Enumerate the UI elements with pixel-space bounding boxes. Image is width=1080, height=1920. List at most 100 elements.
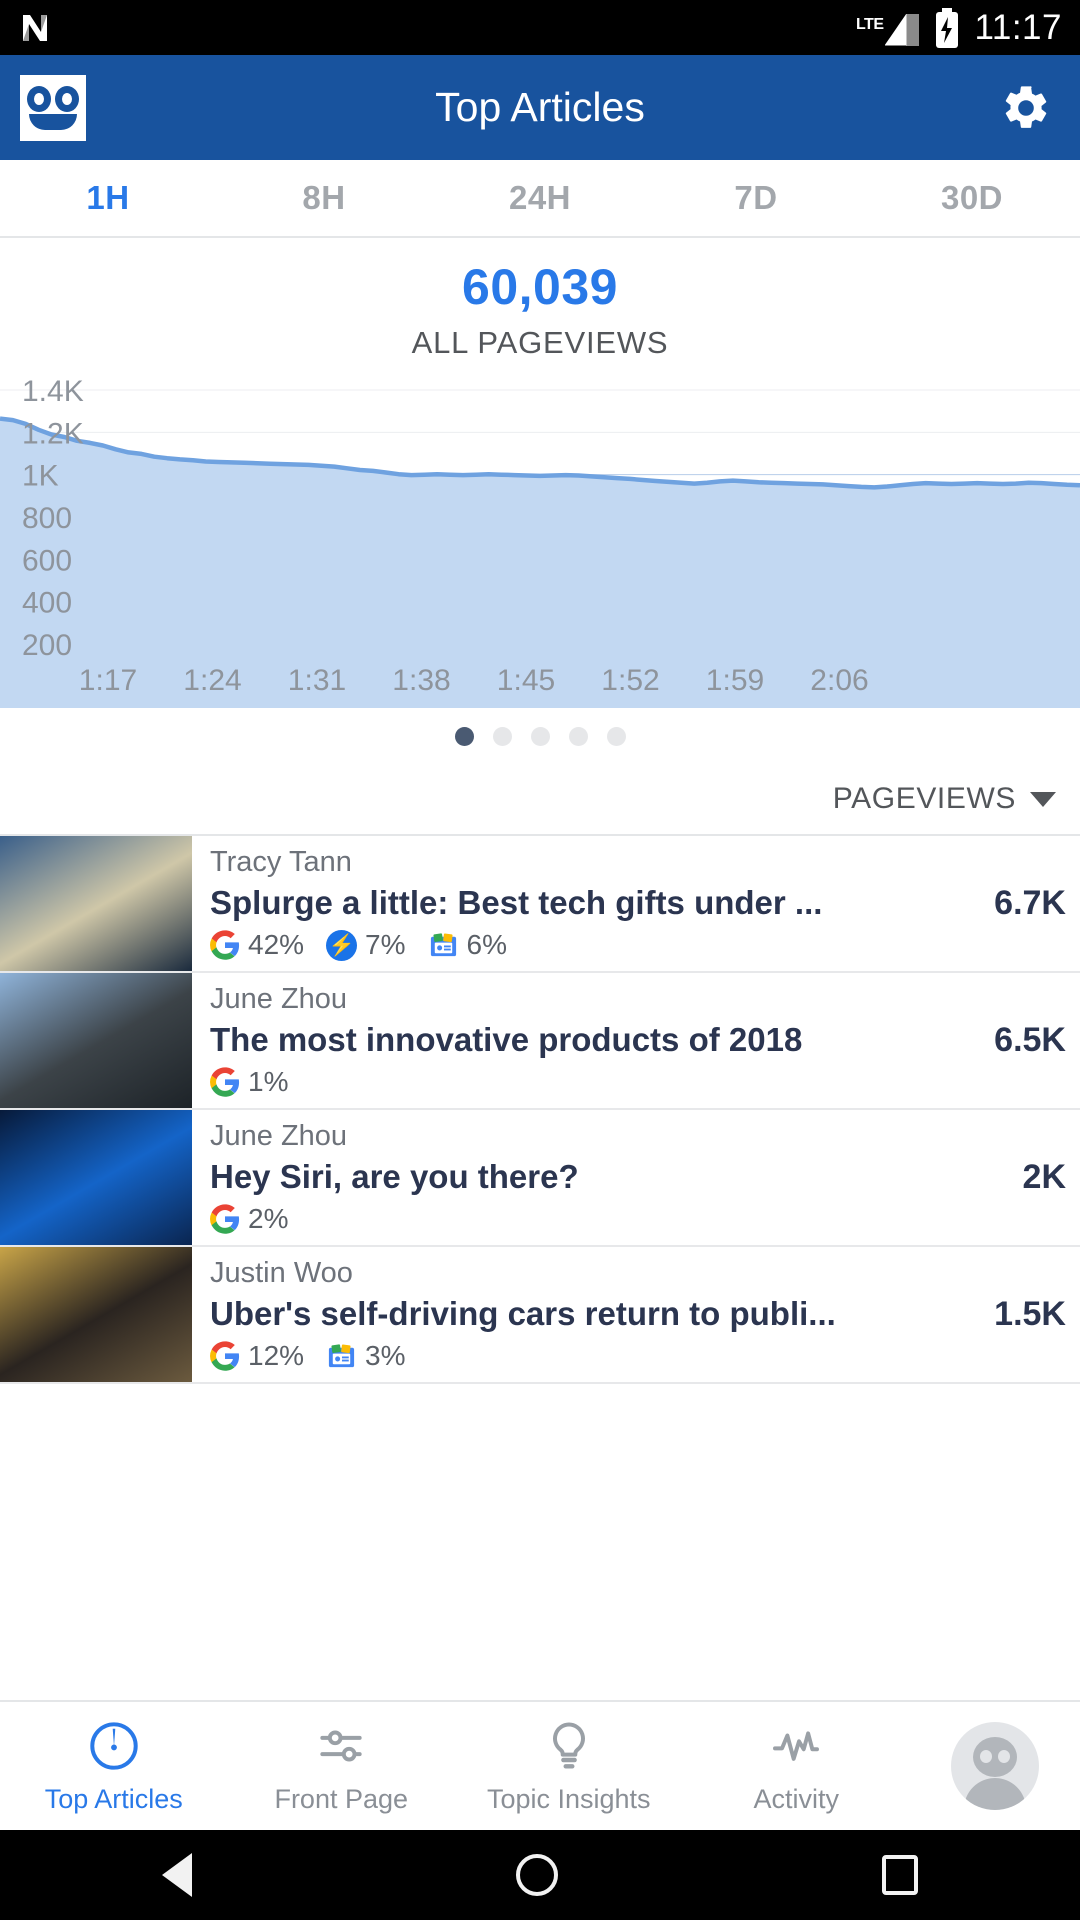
- svg-text:200: 200: [22, 629, 72, 662]
- tab-24h[interactable]: 24H: [432, 160, 648, 236]
- svg-text:1.4K: 1.4K: [22, 375, 84, 408]
- sort-label: PAGEVIEWS: [832, 782, 1016, 815]
- svg-text:600: 600: [22, 544, 72, 577]
- page-title: Top Articles: [435, 84, 645, 130]
- pager-dot[interactable]: [454, 726, 474, 746]
- app-screen: LTE 11:17 Top Articles 1H 8H 24H 7D 30D …: [0, 0, 1080, 1920]
- nav-item-activity[interactable]: Activity: [683, 1702, 911, 1830]
- svg-text:2:06: 2:06: [810, 664, 868, 697]
- gear-icon[interactable]: [1000, 82, 1052, 134]
- chevron-down-icon: [1030, 791, 1056, 807]
- battery-charging-icon: [935, 7, 958, 48]
- nav-item-top-articles[interactable]: Top Articles: [0, 1702, 228, 1830]
- svg-text:1:38: 1:38: [392, 664, 450, 697]
- bottom-navigation: Top Articles Front Page Topic Insights A…: [0, 1700, 1080, 1830]
- article-thumbnail: [0, 1110, 192, 1245]
- nav-item-topic-insights[interactable]: Topic Insights: [455, 1702, 683, 1830]
- app-bar: Top Articles: [0, 55, 1080, 160]
- article-source-percent: 3%: [365, 1340, 406, 1371]
- article-row[interactable]: June Zhou The most innovative products of…: [0, 973, 1080, 1110]
- article-text: Justin Woo Uber's self-driving cars retur…: [210, 1257, 956, 1372]
- user-avatar-icon[interactable]: [910, 1702, 1080, 1830]
- article-sources: 42% ⚡ 7% 6%: [210, 929, 956, 961]
- google-icon: [210, 1341, 240, 1371]
- svg-text:1:31: 1:31: [288, 664, 346, 697]
- google-news-icon: [430, 932, 456, 956]
- article-source: 3%: [326, 1340, 406, 1372]
- pager-dot[interactable]: [568, 726, 588, 746]
- article-text: Tracy Tann Splurge a little: Best tech gi…: [210, 846, 956, 961]
- article-body: Tracy Tann Splurge a little: Best tech gi…: [192, 836, 1080, 971]
- svg-text:1.2K: 1.2K: [22, 417, 84, 450]
- article-thumbnail: [0, 1247, 192, 1382]
- pulse-icon: [768, 1718, 824, 1774]
- article-pageviews: 6.5K: [994, 1021, 1066, 1059]
- google-icon: [210, 1067, 240, 1097]
- article-author: Tracy Tann: [210, 846, 352, 878]
- article-headline[interactable]: Hey Siri, are you there?: [210, 1158, 956, 1196]
- article-headline[interactable]: Uber's self-driving cars return to publi…: [210, 1295, 956, 1333]
- google-icon: [210, 930, 240, 960]
- pageviews-total: 60,039: [462, 258, 618, 315]
- article-source: 2%: [210, 1203, 288, 1235]
- amp-icon: ⚡: [326, 929, 358, 961]
- article-source: 12%: [210, 1340, 304, 1372]
- article-source: 1%: [210, 1066, 288, 1098]
- tab-8h[interactable]: 8H: [216, 160, 432, 236]
- sliders-icon: [313, 1718, 369, 1774]
- google-news-icon: [328, 1343, 355, 1367]
- article-author: June Zhou: [210, 983, 348, 1015]
- android-navigation-bar: [0, 1830, 1080, 1920]
- article-list: Tracy Tann Splurge a little: Best tech gi…: [0, 836, 1080, 1700]
- svg-text:1:52: 1:52: [601, 664, 659, 697]
- article-source-percent: 12%: [248, 1340, 305, 1371]
- svg-text:800: 800: [22, 502, 72, 535]
- tab-30d[interactable]: 30D: [864, 160, 1080, 236]
- tab-1h[interactable]: 1H: [0, 160, 216, 236]
- article-headline[interactable]: The most innovative products of 2018: [210, 1021, 956, 1059]
- article-author: June Zhou: [210, 1120, 348, 1152]
- article-body: June Zhou The most innovative products of…: [192, 973, 1080, 1108]
- pager-dot[interactable]: [606, 726, 626, 746]
- pageviews-area-chart[interactable]: 200 400 600 800 1K 1.2K 1.4K 1:17 1:24 1:31 1:38 1:…: [0, 368, 1080, 708]
- pager-dot[interactable]: [530, 726, 550, 746]
- status-bar-left: [16, 9, 54, 47]
- tab-7d[interactable]: 7D: [648, 160, 864, 236]
- nav-label-topic-insights: Topic Insights: [486, 1783, 651, 1814]
- article-body: June Zhou Hey Siri, are you there? 2% 2K: [192, 1110, 1080, 1245]
- article-sources: 2%: [210, 1203, 956, 1235]
- app-notification-icon: [23, 14, 47, 41]
- article-pageviews: 6.7K: [994, 884, 1066, 922]
- pageviews-total-label: ALL PAGEVIEWS: [411, 324, 669, 360]
- article-text: June Zhou Hey Siri, are you there? 2%: [210, 1120, 956, 1235]
- article-headline[interactable]: Splurge a little: Best tech gifts under …: [210, 884, 956, 922]
- back-triangle-icon[interactable]: [162, 1853, 192, 1897]
- status-bar: LTE 11:17: [0, 0, 1080, 55]
- article-text: June Zhou The most innovative products of…: [210, 983, 956, 1098]
- article-sources: 12% 3%: [210, 1340, 956, 1372]
- nav-label-activity: Activity: [753, 1783, 839, 1814]
- pager-dot[interactable]: [492, 726, 512, 746]
- home-circle-icon[interactable]: [516, 1854, 558, 1896]
- article-row[interactable]: Justin Woo Uber's self-driving cars retur…: [0, 1247, 1080, 1384]
- article-source-percent: 1%: [248, 1066, 289, 1097]
- svg-text:1K: 1K: [22, 460, 59, 493]
- article-pageviews: 1.5K: [994, 1295, 1066, 1333]
- summary-block: 60,039 ALL PAGEVIEWS: [0, 238, 1080, 368]
- svg-text:400: 400: [22, 587, 72, 620]
- chart-pager-dots[interactable]: [0, 708, 1080, 764]
- article-row[interactable]: June Zhou Hey Siri, are you there? 2% 2K: [0, 1110, 1080, 1247]
- article-body: Justin Woo Uber's self-driving cars retur…: [192, 1247, 1080, 1382]
- google-icon: [210, 1204, 240, 1234]
- chartbeat-robot-logo: [20, 74, 86, 141]
- article-source-percent: 2%: [248, 1203, 289, 1234]
- sort-dropdown[interactable]: PAGEVIEWS: [0, 764, 1080, 836]
- gauge-icon: [86, 1718, 142, 1774]
- nav-item-front-page[interactable]: Front Page: [228, 1702, 456, 1830]
- svg-text:1:24: 1:24: [183, 664, 241, 697]
- article-pageviews: 2K: [1022, 1158, 1066, 1196]
- nav-label-top-articles: Top Articles: [44, 1783, 183, 1814]
- svg-text:1:17: 1:17: [79, 664, 137, 697]
- article-row[interactable]: Tracy Tann Splurge a little: Best tech gi…: [0, 836, 1080, 973]
- recents-square-icon[interactable]: [882, 1855, 918, 1895]
